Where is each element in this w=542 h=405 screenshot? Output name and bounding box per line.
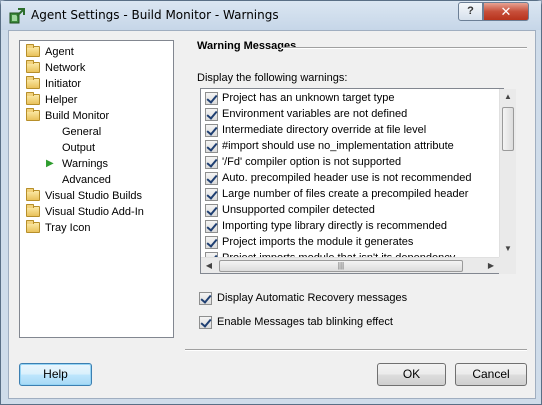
vertical-scroll-thumb[interactable] (502, 107, 514, 151)
tree-item-label: Output (62, 142, 96, 154)
vertical-scrollbar[interactable]: ▲ ▼ (499, 89, 516, 257)
tree-item-label: Visual Studio Add-In (45, 206, 144, 218)
help-button[interactable]: Help (19, 363, 92, 386)
agent-settings-window: Agent Settings - Build Monitor - Warning… (0, 0, 542, 405)
title-bar[interactable]: Agent Settings - Build Monitor - Warning… (1, 1, 541, 30)
close-button[interactable]: ✕ (483, 2, 529, 21)
checkbox[interactable] (205, 188, 218, 201)
tree-item-label: Network (45, 62, 86, 74)
folder-icon (26, 220, 40, 233)
warning-label: Large number of files create a precompil… (222, 188, 469, 200)
scroll-down-icon[interactable]: ▼ (500, 241, 516, 257)
horizontal-scroll-thumb[interactable]: ||| (219, 260, 463, 272)
tree-item-label: Initiator (45, 78, 82, 90)
checkbox[interactable] (205, 172, 218, 185)
tree-item-label: Agent (45, 46, 74, 58)
warning-label: Intermediate directory override at file … (222, 124, 427, 136)
folder-icon (26, 204, 40, 217)
tree-item-label: Visual Studio Builds (45, 190, 143, 202)
group-title: Warning Messages (197, 40, 297, 52)
checkbox[interactable] (199, 292, 212, 305)
horizontal-scrollbar[interactable]: ◀ ||| ▶ (201, 257, 499, 273)
folder-icon (26, 92, 40, 105)
window-title: Agent Settings - Build Monitor - Warning… (31, 8, 279, 22)
warning-label: Importing type library directly is recom… (222, 220, 447, 232)
checkbox[interactable] (205, 108, 218, 121)
scroll-up-icon[interactable]: ▲ (500, 89, 516, 105)
warning-label: Unsupported compiler detected (222, 204, 375, 216)
cancel-button[interactable]: Cancel (455, 363, 527, 386)
folder-icon (26, 60, 40, 73)
checkbox[interactable] (205, 156, 218, 169)
checkbox[interactable] (205, 220, 218, 233)
warning-label: Auto. precompiled header use is not reco… (222, 172, 472, 184)
checkbox[interactable] (205, 204, 218, 217)
warning-label: '/Fd' compiler option is not supported (222, 156, 402, 168)
folder-icon (26, 76, 40, 89)
checkbox[interactable] (205, 236, 218, 249)
tree-item-label: Tray Icon (45, 222, 91, 234)
warning-label: Project imports the module it generates (222, 236, 414, 248)
button-separator (185, 349, 527, 351)
settings-tree[interactable]: Agent Network Initiator Helper Build Mon… (19, 40, 174, 338)
group-divider (281, 47, 527, 49)
checkbox[interactable] (205, 92, 218, 105)
tree-item-label: Warnings (62, 158, 109, 170)
folder-icon (26, 44, 40, 57)
scroll-left-icon[interactable]: ◀ (201, 258, 217, 274)
warning-label: #import should use no_implementation att… (222, 140, 454, 152)
warnings-checklist[interactable]: Project has an unknown target type Envir… (200, 88, 504, 274)
tree-item-label: Build Monitor (45, 110, 110, 122)
checkbox[interactable] (199, 316, 212, 329)
scrollbar-corner (499, 257, 516, 274)
warning-label: Environment variables are not defined (222, 108, 408, 120)
open-folder-icon (26, 108, 40, 121)
scroll-right-icon[interactable]: ▶ (483, 258, 499, 274)
folder-icon (26, 188, 40, 201)
checkbox[interactable] (205, 140, 218, 153)
list-caption: Display the following warnings: (197, 72, 348, 84)
green-arrow-icon: ▶ (46, 158, 54, 169)
tree-item-label: Helper (45, 94, 78, 106)
title-help-button[interactable]: ? (458, 2, 483, 21)
tree-item-label: General (62, 126, 102, 138)
agent-settings-icon (9, 8, 25, 24)
dialog-client-area: Agent Network Initiator Helper Build Mon… (8, 30, 536, 399)
warning-label: Project has an unknown target type (222, 92, 395, 104)
option-label: Display Automatic Recovery messages (217, 292, 408, 304)
tree-item-label: Advanced (62, 174, 111, 186)
ok-button[interactable]: OK (377, 363, 446, 386)
option-label: Enable Messages tab blinking effect (217, 316, 393, 328)
checkbox[interactable] (205, 124, 218, 137)
